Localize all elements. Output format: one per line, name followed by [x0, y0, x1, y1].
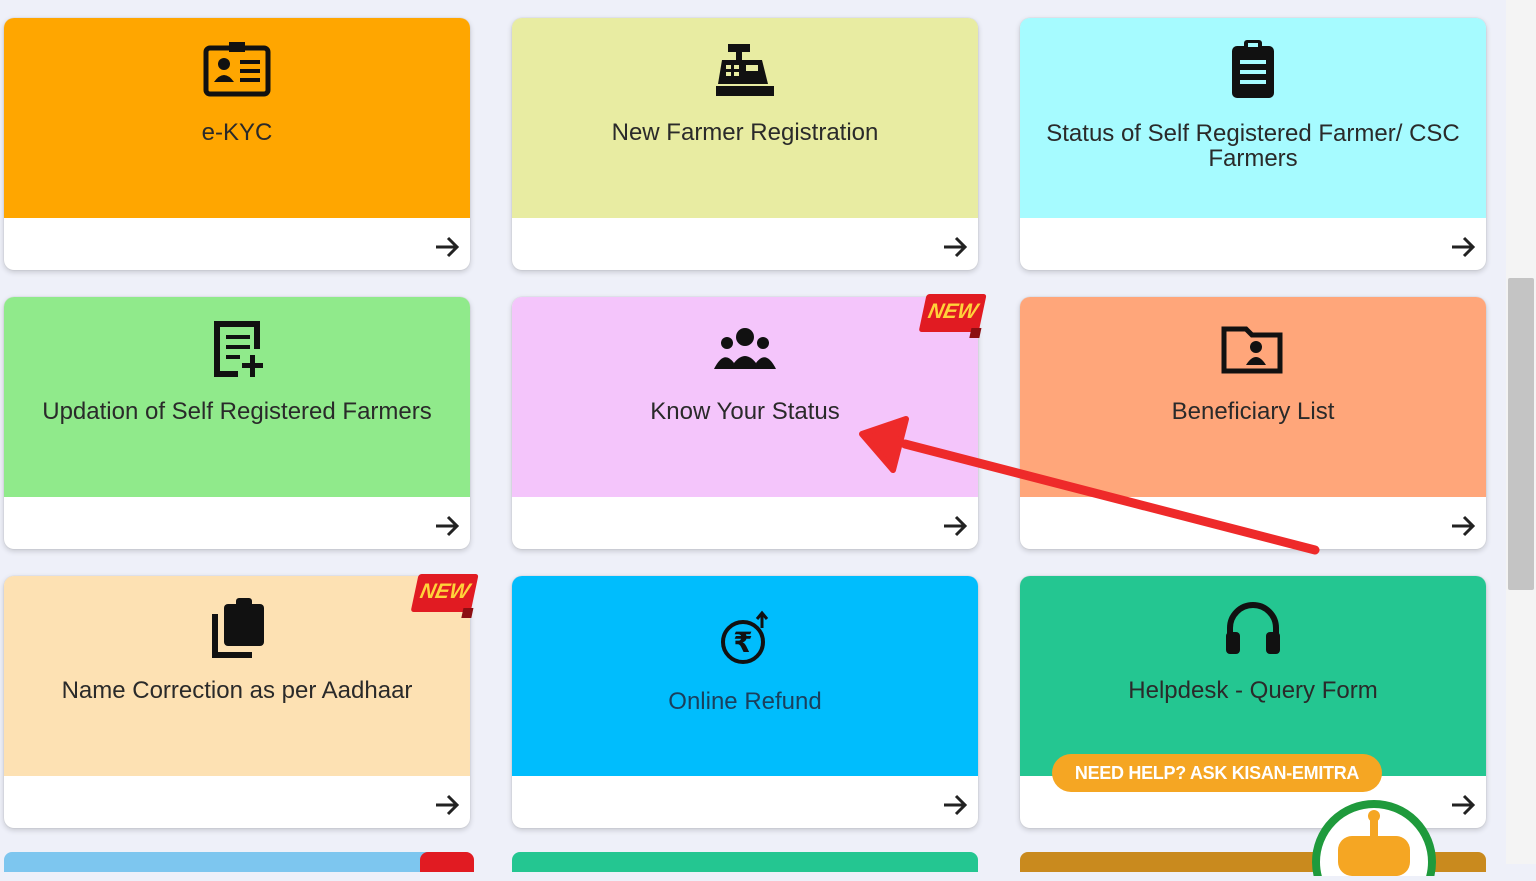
ask-kisan-emitra-button[interactable]: NEED HELP? ASK KISAN-EMITRA	[1052, 754, 1382, 792]
arrow-right-icon[interactable]	[940, 232, 970, 262]
new-badge: NEW	[409, 574, 484, 618]
folder-user-icon	[1218, 319, 1288, 379]
card-updation-self-registered[interactable]: Updation of Self Registered Farmers	[4, 297, 470, 549]
card-partial	[512, 852, 978, 872]
card-online-refund[interactable]: ₹ Online Refund	[512, 576, 978, 828]
card-header	[512, 576, 978, 776]
new-badge-partial	[420, 852, 474, 872]
card-title: Name Correction as per Aadhaar	[61, 677, 413, 704]
card-title: Beneficiary List	[1171, 398, 1335, 425]
clipboard-copy-icon	[202, 598, 272, 658]
card-ekyc[interactable]: e-KYC	[4, 18, 470, 270]
arrow-right-icon[interactable]	[1448, 790, 1478, 820]
id-card-icon	[202, 40, 272, 100]
arrow-right-icon[interactable]	[940, 790, 970, 820]
card-know-your-status[interactable]: Know Your Status	[512, 297, 978, 549]
card-title: Helpdesk - Query Form	[1128, 677, 1378, 704]
svg-text:₹: ₹	[733, 626, 752, 659]
rupee-refund-icon: ₹	[710, 610, 780, 670]
card-title: Know Your Status	[650, 398, 840, 425]
card-title: New Farmer Registration	[611, 119, 879, 146]
chatbot-icon[interactable]	[1308, 796, 1440, 881]
scrollbar[interactable]	[1506, 0, 1536, 864]
arrow-right-icon[interactable]	[432, 232, 462, 262]
headphones-icon	[1218, 598, 1288, 658]
card-title: Online Refund	[668, 688, 822, 715]
arrow-right-icon[interactable]	[940, 511, 970, 541]
cash-register-icon	[710, 40, 780, 100]
card-new-farmer-registration[interactable]: New Farmer Registration	[512, 18, 978, 270]
card-name-correction[interactable]: Name Correction as per Aadhaar	[4, 576, 470, 828]
card-title: Status of Self Registered Farmer/ CSC Fa…	[1046, 120, 1460, 172]
arrow-right-icon[interactable]	[432, 511, 462, 541]
arrow-right-icon[interactable]	[432, 790, 462, 820]
edit-document-icon	[202, 319, 272, 379]
users-icon	[710, 319, 780, 379]
arrow-right-icon[interactable]	[1448, 511, 1478, 541]
scrollbar-thumb[interactable]	[1508, 278, 1534, 590]
card-title: Updation of Self Registered Farmers	[42, 398, 432, 425]
card-beneficiary-list[interactable]: Beneficiary List	[1020, 297, 1486, 549]
card-title: e-KYC	[201, 119, 273, 146]
clipboard-list-icon	[1218, 40, 1288, 100]
arrow-right-icon[interactable]	[1448, 232, 1478, 262]
card-partial	[4, 852, 470, 872]
new-badge: NEW	[917, 294, 992, 338]
card-status-self-registered[interactable]: Status of Self Registered Farmer/ CSC Fa…	[1020, 18, 1486, 270]
